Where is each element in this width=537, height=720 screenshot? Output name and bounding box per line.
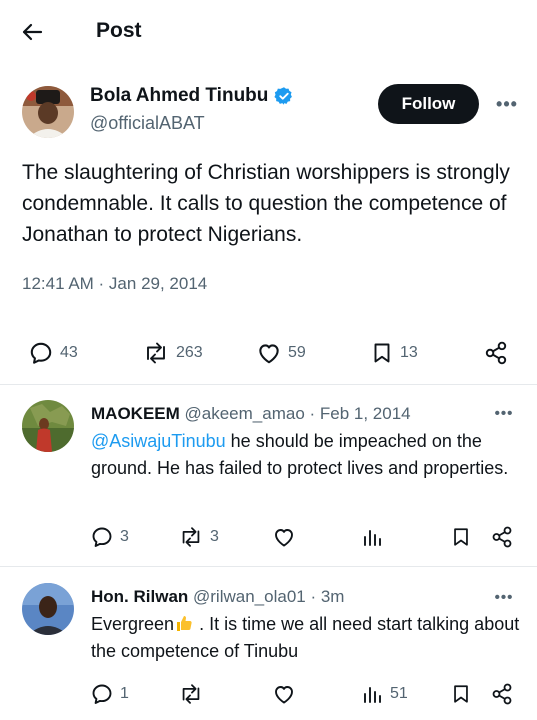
bookmark-count: 13: [400, 344, 418, 361]
like-icon: [259, 344, 279, 364]
reply-button[interactable]: 43: [28, 340, 78, 366]
reply-avatar[interactable]: [22, 400, 74, 452]
reply-count: 3: [120, 528, 129, 545]
reply-author-name[interactable]: MAOKEEM: [91, 404, 180, 423]
views-count: 51: [390, 685, 408, 702]
like-button[interactable]: [272, 682, 296, 706]
verified-badge-icon: [274, 87, 293, 105]
divider: [0, 566, 537, 567]
like-icon: [275, 529, 293, 547]
author-name[interactable]: Bola Ahmed Tinubu: [90, 85, 268, 107]
repost-icon: [182, 684, 200, 704]
repost-button[interactable]: [178, 682, 204, 706]
bookmark-icon: [454, 685, 468, 703]
like-button[interactable]: [272, 525, 296, 549]
repost-icon: [147, 342, 165, 364]
views-button[interactable]: [360, 525, 384, 549]
top-bar: Post: [0, 0, 537, 64]
share-button[interactable]: [490, 682, 514, 706]
bookmark-icon: [374, 343, 390, 363]
share-icon: [492, 683, 512, 705]
reply-author-name[interactable]: Hon. Rilwan: [91, 587, 188, 606]
repost-icon: [182, 527, 200, 547]
reply-more-button[interactable]: •••: [488, 402, 520, 424]
bookmark-icon: [454, 528, 468, 546]
mention-link[interactable]: @AsiwajuTinubu: [91, 431, 226, 451]
views-icon: [364, 687, 381, 703]
reply-date[interactable]: · Feb 1, 2014: [305, 404, 411, 423]
post-text: The slaughtering of Christian worshipper…: [22, 161, 510, 246]
thumbs-up-emoji: [177, 616, 192, 631]
reply-icon: [92, 527, 112, 547]
share-button[interactable]: [490, 525, 514, 549]
reply-icon: [30, 342, 52, 364]
reply-more-button[interactable]: •••: [488, 586, 520, 608]
repost-button[interactable]: 263: [142, 340, 203, 366]
reply-button[interactable]: 3: [90, 525, 129, 549]
author-info: Bola Ahmed Tinubu @officialABAT: [90, 85, 294, 134]
views-icon: [364, 530, 381, 546]
post-timestamp[interactable]: 12:41 AM · Jan 29, 2014: [22, 274, 207, 294]
like-count: 59: [288, 344, 306, 361]
reply-count: 43: [60, 344, 78, 361]
reply-button[interactable]: 1: [90, 682, 129, 706]
reply-text: Evergreen . It is time we all need start…: [91, 611, 521, 665]
reply-count: 1: [120, 685, 129, 702]
reply-date[interactable]: · 3m: [306, 587, 344, 606]
follow-button[interactable]: Follow: [378, 84, 479, 124]
like-button[interactable]: 59: [256, 340, 306, 366]
share-button[interactable]: [483, 340, 509, 366]
post-more-button[interactable]: •••: [492, 92, 522, 116]
share-icon: [485, 341, 507, 365]
back-arrow-icon: [22, 23, 43, 41]
repost-button[interactable]: 3: [178, 525, 219, 549]
repost-count: 263: [176, 344, 203, 361]
divider: [0, 384, 537, 385]
reply-avatar[interactable]: [22, 583, 74, 635]
page-title: Post: [96, 19, 142, 42]
reply-icon: [92, 684, 112, 704]
reply-text-body: Evergreen: [91, 614, 175, 634]
reply-text: @AsiwajuTinubu he should be impeached on…: [91, 428, 511, 482]
views-button[interactable]: 51: [360, 682, 408, 706]
reply-header: MAOKEEM @akeem_amao · Feb 1, 2014: [91, 404, 411, 424]
reply-author-handle[interactable]: @rilwan_ola01: [193, 587, 306, 606]
reply-header: Hon. Rilwan @rilwan_ola01 · 3m: [91, 587, 344, 607]
author-avatar[interactable]: [22, 86, 74, 138]
bookmark-button[interactable]: [450, 682, 472, 706]
share-icon: [492, 526, 512, 548]
bookmark-button[interactable]: [450, 525, 472, 549]
like-icon: [275, 686, 293, 704]
repost-count: 3: [210, 528, 219, 545]
back-button[interactable]: [18, 18, 46, 46]
reply-author-handle[interactable]: @akeem_amao: [185, 404, 305, 423]
author-handle[interactable]: @officialABAT: [90, 113, 294, 134]
bookmark-button[interactable]: 13: [370, 340, 418, 366]
